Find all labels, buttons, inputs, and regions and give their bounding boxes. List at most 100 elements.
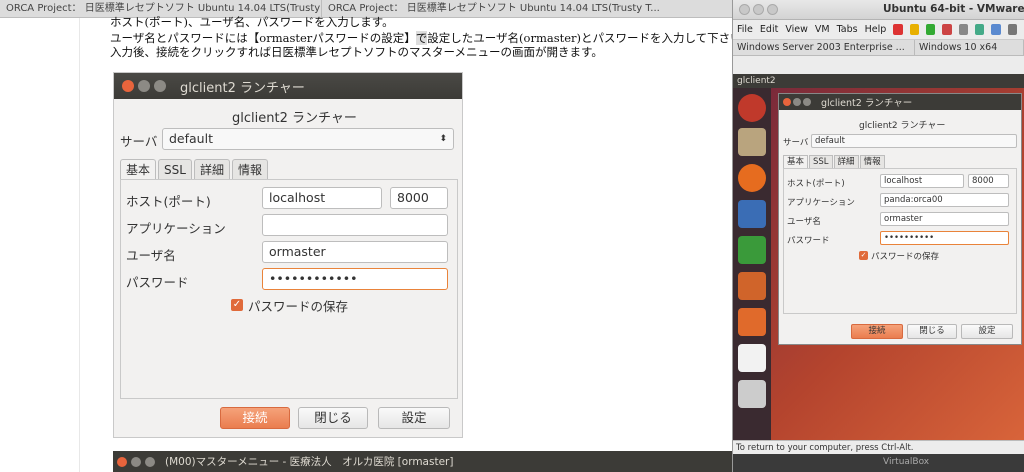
calc-icon[interactable] [738,236,766,264]
close-icon[interactable] [739,4,750,15]
minimize-icon[interactable] [138,80,150,92]
vmware-tabs: Windows Server 2003 Enterprise ... Windo… [733,40,1024,56]
vmware-menubar: File Edit View VM Tabs Help [733,20,1024,40]
pause-icon[interactable] [909,24,919,35]
reset-icon[interactable] [942,24,952,35]
server-value: default [169,131,213,146]
guest-password-input[interactable]: •••••••••• [880,231,1009,245]
close-icon[interactable] [783,98,791,106]
doc-line-2: ユーザ名とパスワードには【ormasterパスワードの設定】で設定したユーザ名(… [110,31,753,45]
close-icon[interactable] [117,456,127,467]
guest-tab-info[interactable]: 情報 [859,155,885,168]
doc-line-2-a: ユーザ名とパスワードには【ormasterパスワードの設定】 [110,31,416,45]
virtualbox-label: VirtualBox [883,457,930,467]
vm-tab-win10[interactable]: Windows 10 x64 [915,40,1024,55]
guest-window-title: glclient2 ランチャー [821,98,913,109]
writer-icon[interactable] [738,200,766,228]
software-center-icon[interactable] [738,308,766,336]
minimize-icon[interactable] [131,456,141,467]
menu-help[interactable]: Help [865,24,887,35]
menu-tabs[interactable]: Tabs [837,24,858,35]
impress-icon[interactable] [738,272,766,300]
maximize-icon[interactable] [803,98,811,106]
menu-vm[interactable]: VM [815,24,830,35]
settings-button[interactable]: 設定 [378,407,450,429]
guest-launcher-window: glclient2 ランチャー glclient2 ランチャー サーバ defa… [778,93,1022,345]
launcher-heading: glclient2 ランチャー [232,111,357,126]
dash-icon[interactable] [738,94,766,122]
guest-password-label: パスワード [787,236,830,246]
guest-server-select[interactable]: default [811,134,1017,148]
guest-tab-ssl[interactable]: SSL [809,155,833,168]
maximize-icon[interactable] [145,456,155,467]
guest-host-input[interactable]: localhost [880,174,964,188]
menu-view[interactable]: View [785,24,808,35]
guest-close-button[interactable]: 閉じる [907,324,957,339]
checkbox-checked-icon[interactable]: ✓ [859,251,868,260]
tab-info[interactable]: 情報 [231,159,268,179]
guest-port-input[interactable]: 8000 [968,174,1009,188]
vm-tab-win2003[interactable]: Windows Server 2003 Enterprise ... [733,40,915,55]
minimize-icon[interactable] [753,4,764,15]
updown-icon: ⬍ [439,134,447,144]
user-label: ユーザ名 [126,248,176,263]
minimize-icon[interactable] [793,98,801,106]
guest-settings-button[interactable]: 設定 [961,324,1013,339]
app-input[interactable] [262,214,448,236]
zoom-icon[interactable] [767,4,778,15]
doc-highlight: で [415,31,428,45]
launcher-titlebar: glclient2 ランチャー [114,73,462,99]
guest-tabs: 基本 SSL 詳細 情報 [783,155,886,168]
vmware-bottom-area: VirtualBox [733,454,1024,472]
maximize-icon[interactable] [154,80,166,92]
snapshot-icon[interactable] [958,24,968,35]
launcher-window: glclient2 ランチャー glclient2 ランチャー サーバ defa… [113,72,463,438]
page-gutter [0,18,80,472]
files-icon[interactable] [738,128,766,156]
manage-icon[interactable] [991,24,1001,35]
master-menu-titlebar: (M00)マスターメニュー - 医療法人 オルカ医院 [ormaster] [113,451,732,472]
master-menu-title: (M00)マスターメニュー - 医療法人 オルカ医院 [ormaster] [165,456,454,468]
guest-top-panel: glclient2 [733,74,1024,88]
guest-tab-detail[interactable]: 詳細 [833,155,859,168]
guest-user-input[interactable]: ormaster [880,212,1009,226]
server-select[interactable]: default ⬍ [162,128,454,150]
guest-server-label: サーバ [783,138,809,148]
password-label: パスワード [126,275,189,290]
tab-detail[interactable]: 詳細 [193,159,230,179]
amazon-icon[interactable] [738,344,766,372]
vmware-title: Ubuntu 64-bit - VMware Works [883,3,1024,15]
doc-line-1: ホスト(ポート)、ユーザ名、パスワードを入力します。 [110,15,394,29]
vmware-status-bar: To return to your computer, press Ctrl-A… [733,440,1024,454]
user-input[interactable]: ormaster [262,241,448,263]
play-icon[interactable] [925,24,936,35]
stop-icon[interactable] [893,24,903,35]
connect-button[interactable]: 接続 [220,407,290,429]
password-input[interactable]: •••••••••••• [262,268,448,290]
host-input[interactable]: localhost [262,187,382,209]
app-label: アプリケーション [126,221,226,236]
vmware-titlebar: Ubuntu 64-bit - VMware Works [733,0,1024,20]
guest-connect-button[interactable]: 接続 [851,324,903,339]
host-label: ホスト(ポート) [126,194,211,209]
close-button[interactable]: 閉じる [298,407,368,429]
guest-user-label: ユーザ名 [787,217,821,227]
close-icon[interactable] [122,80,134,92]
port-input[interactable]: 8000 [390,187,448,209]
fullscreen-icon[interactable] [1007,24,1018,35]
tab-ssl[interactable]: SSL [158,159,192,179]
save-password-label: パスワードの保存 [248,299,349,314]
firefox-icon[interactable] [738,164,766,192]
launcher-window-title: glclient2 ランチャー [180,80,305,96]
checkbox-checked-icon[interactable]: ✓ [231,299,243,311]
server-label: サーバ [120,134,158,149]
menu-edit[interactable]: Edit [760,24,778,35]
guest-heading: glclient2 ランチャー [859,121,946,131]
guest-tab-basic[interactable]: 基本 [783,155,809,168]
tab-basic[interactable]: 基本 [120,159,157,179]
system-settings-icon[interactable] [738,380,766,408]
revert-icon[interactable] [975,24,985,35]
guest-launcher-titlebar: glclient2 ランチャー [779,94,1021,110]
guest-app-input[interactable]: panda:orca00 [880,193,1009,207]
menu-file[interactable]: File [737,24,753,35]
